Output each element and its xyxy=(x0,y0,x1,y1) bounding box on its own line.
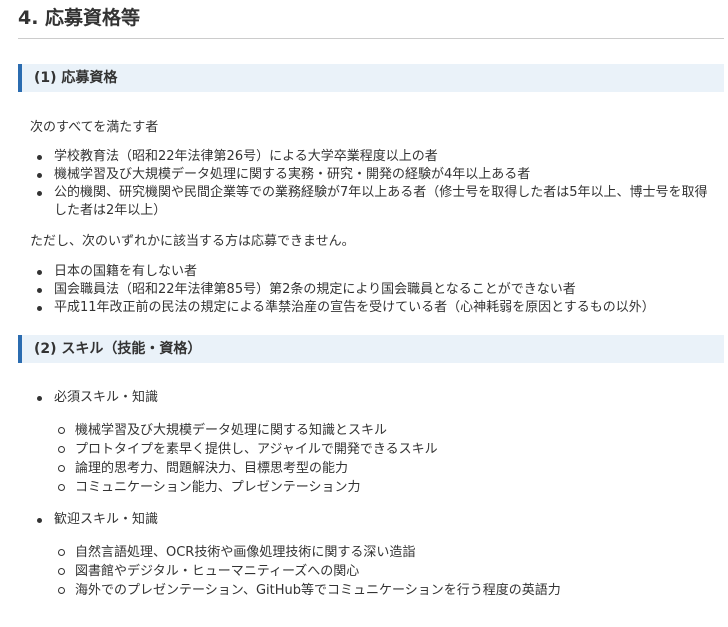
list-item: 公的機関、研究機関や民間企業等での業務経験が7年以上ある者（修士号を取得した者は… xyxy=(18,184,722,220)
skills-preferred-group: 歓迎スキル・知識 xyxy=(18,511,722,529)
list-item: 機械学習及び大規模データ処理に関する実務・研究・開発の経験が4年以上ある者 xyxy=(18,166,722,184)
required-skills-list: 機械学習及び大規模データ処理に関する知識とスキル プロトタイプを素早く提供し、ア… xyxy=(18,421,722,497)
skills-heading: (2) スキル（技能・資格） xyxy=(18,335,724,363)
list-item: 自然言語処理、OCR技術や画像処理技術に関する深い造詣 xyxy=(18,543,722,562)
list-item: 国会職員法（昭和22年法律第85号）第2条の規定により国会職員となることができな… xyxy=(18,281,722,299)
list-item: 機械学習及び大規模データ処理に関する知識とスキル xyxy=(18,421,722,440)
list-item: 論理的思考力、問題解決力、目標思考型の能力 xyxy=(18,459,722,478)
qualification-heading: (1) 応募資格 xyxy=(18,64,724,92)
list-item: 学校教育法（昭和22年法律第26号）による大学卒業程度以上の者 xyxy=(18,148,722,166)
preferred-skills-list: 自然言語処理、OCR技術や画像処理技術に関する深い造詣 図書館やデジタル・ヒュー… xyxy=(18,543,722,600)
requirements-list: 学校教育法（昭和22年法律第26号）による大学卒業程度以上の者 機械学習及び大規… xyxy=(18,148,722,220)
qualification-intro: 次のすべてを満たす者 xyxy=(30,120,159,135)
exclusion-intro: ただし、次のいずれかに該当する方は応募できません。 xyxy=(30,234,355,249)
list-item: 図書館やデジタル・ヒューマニティーズへの関心 xyxy=(18,562,722,581)
list-item: 日本の国籍を有しない者 xyxy=(18,263,722,281)
list-item: コミュニケーション能力、プレゼンテーション力 xyxy=(18,478,722,497)
page-content: 4. 応募資格等 (1) 応募資格 次のすべてを満たす者 学校教育法（昭和22年… xyxy=(0,0,724,600)
list-item: 海外でのプレゼンテーション、GitHub等でコミュニケーションを行う程度の英語力 xyxy=(18,581,722,600)
skills-required-group: 必須スキル・知識 xyxy=(18,389,722,407)
list-item: 平成11年改正前の民法の規定による準禁治産の宣告を受けている者（心神耗弱を原因と… xyxy=(18,299,722,317)
exclusions-list: 日本の国籍を有しない者 国会職員法（昭和22年法律第85号）第2条の規定により国… xyxy=(18,263,722,317)
list-item: プロトタイプを素早く提供し、アジャイルで開発できるスキル xyxy=(18,440,722,459)
preferred-skills-label: 歓迎スキル・知識 xyxy=(18,511,722,529)
required-skills-label: 必須スキル・知識 xyxy=(18,389,722,407)
section-title: 4. 応募資格等 xyxy=(18,0,724,39)
